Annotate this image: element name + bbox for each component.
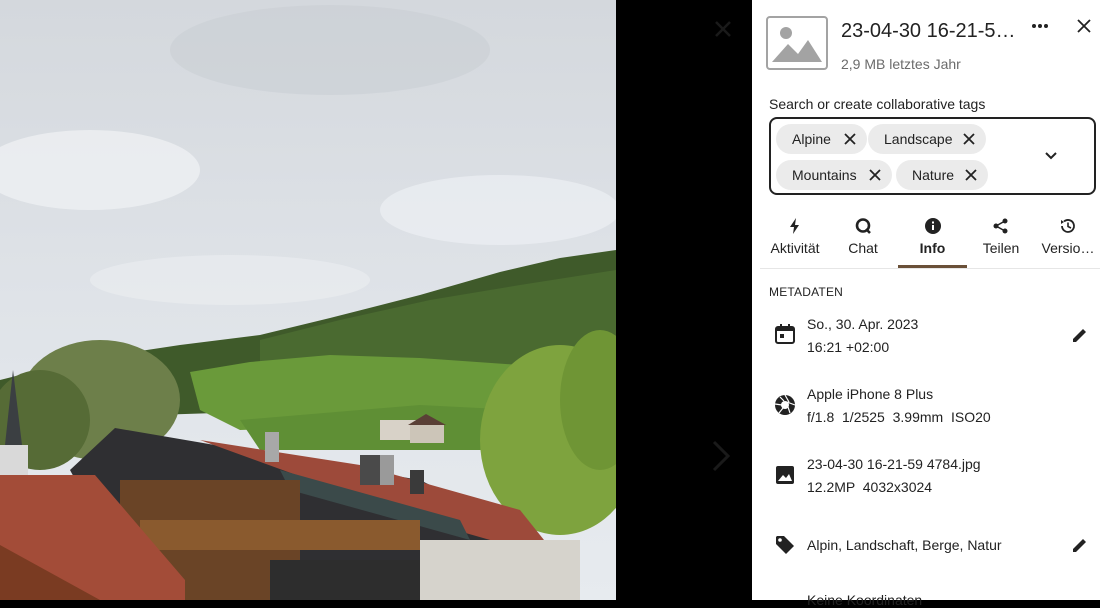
photo-image xyxy=(0,0,616,600)
file-name: 23-04-30 16-21-59 4784.jpg xyxy=(807,456,981,472)
tab-share[interactable]: Teilen xyxy=(970,214,1032,268)
tab-label: Info xyxy=(919,240,946,256)
share-icon xyxy=(993,218,1008,234)
remove-tag-icon[interactable] xyxy=(868,168,882,182)
tag-chip-label: Alpine xyxy=(792,131,831,147)
photo[interactable] xyxy=(0,0,616,600)
tag-chip-label: Nature xyxy=(912,167,955,183)
remove-tag-icon[interactable] xyxy=(843,132,857,146)
chevron-down-icon[interactable] xyxy=(1043,148,1059,164)
tab-chat[interactable]: Chat xyxy=(832,214,894,268)
tags-select[interactable]: Alpine Landscape Mountains Nature xyxy=(769,117,1096,195)
image-icon xyxy=(776,466,794,484)
tag-icon xyxy=(776,536,794,554)
file-size-and-date: 2,9 MB letztes Jahr xyxy=(841,56,961,72)
photo-tags: Alpin, Landschaft, Berge, Natur xyxy=(807,537,1002,553)
tab-versions[interactable]: Versio… xyxy=(1036,214,1100,268)
tab-label: Chat xyxy=(848,240,878,256)
tab-label: Versio… xyxy=(1041,240,1095,256)
file-thumbnail xyxy=(766,16,828,70)
edit-tags-pencil-icon[interactable] xyxy=(1070,535,1090,555)
tags-label: Search or create collaborative tags xyxy=(769,96,986,112)
image-placeholder-icon xyxy=(772,27,822,62)
tag-chip-label: Mountains xyxy=(792,167,857,183)
tag-chip: Nature xyxy=(896,160,988,190)
tag-chip: Landscape xyxy=(868,124,986,154)
metadata-section-title: METADATEN xyxy=(769,285,844,299)
photo-date: So., 30. Apr. 2023 xyxy=(807,316,919,332)
remove-tag-icon[interactable] xyxy=(962,132,976,146)
tab-activity[interactable]: Aktivität xyxy=(762,214,828,268)
tab-info[interactable]: Info xyxy=(898,214,967,268)
tag-chip: Mountains xyxy=(776,160,892,190)
more-actions-button[interactable] xyxy=(1028,16,1052,38)
tag-chip: Alpine xyxy=(776,124,867,154)
image-resolution: 12.2MP 4032x3024 xyxy=(807,479,933,495)
file-details-sidebar: 23-04-30 16-21-5… 2,9 MB letztes Jahr Se… xyxy=(752,0,1100,608)
camera-model: Apple iPhone 8 Plus xyxy=(807,386,934,402)
image-viewer xyxy=(0,0,752,600)
close-icon xyxy=(1077,19,1091,33)
tab-label: Teilen xyxy=(982,240,1020,256)
tabs-divider xyxy=(760,268,1100,269)
next-image-button[interactable] xyxy=(704,436,738,476)
file-title: 23-04-30 16-21-5… xyxy=(841,20,1016,42)
info-icon xyxy=(924,218,941,234)
chevron-right-icon xyxy=(712,440,731,472)
photo-time: 16:21 +02:00 xyxy=(807,339,890,355)
close-sidebar-button[interactable] xyxy=(1072,16,1096,38)
lightning-icon xyxy=(790,218,799,234)
aperture-icon xyxy=(774,394,796,415)
viewer-close-button[interactable] xyxy=(708,14,738,44)
chat-icon xyxy=(855,218,871,234)
location-text: Keine Koordinaten xyxy=(807,592,923,608)
tab-label: Aktivität xyxy=(770,240,820,256)
close-icon xyxy=(715,21,731,37)
tag-chip-label: Landscape xyxy=(884,131,953,147)
remove-tag-icon[interactable] xyxy=(964,168,978,182)
calendar-icon xyxy=(775,324,795,344)
camera-settings: f/1.8 1/2525 3.99mm ISO20 xyxy=(807,409,991,425)
edit-date-pencil-icon[interactable] xyxy=(1070,325,1090,345)
history-icon xyxy=(1061,219,1075,233)
dots-horizontal-icon xyxy=(1032,24,1048,28)
